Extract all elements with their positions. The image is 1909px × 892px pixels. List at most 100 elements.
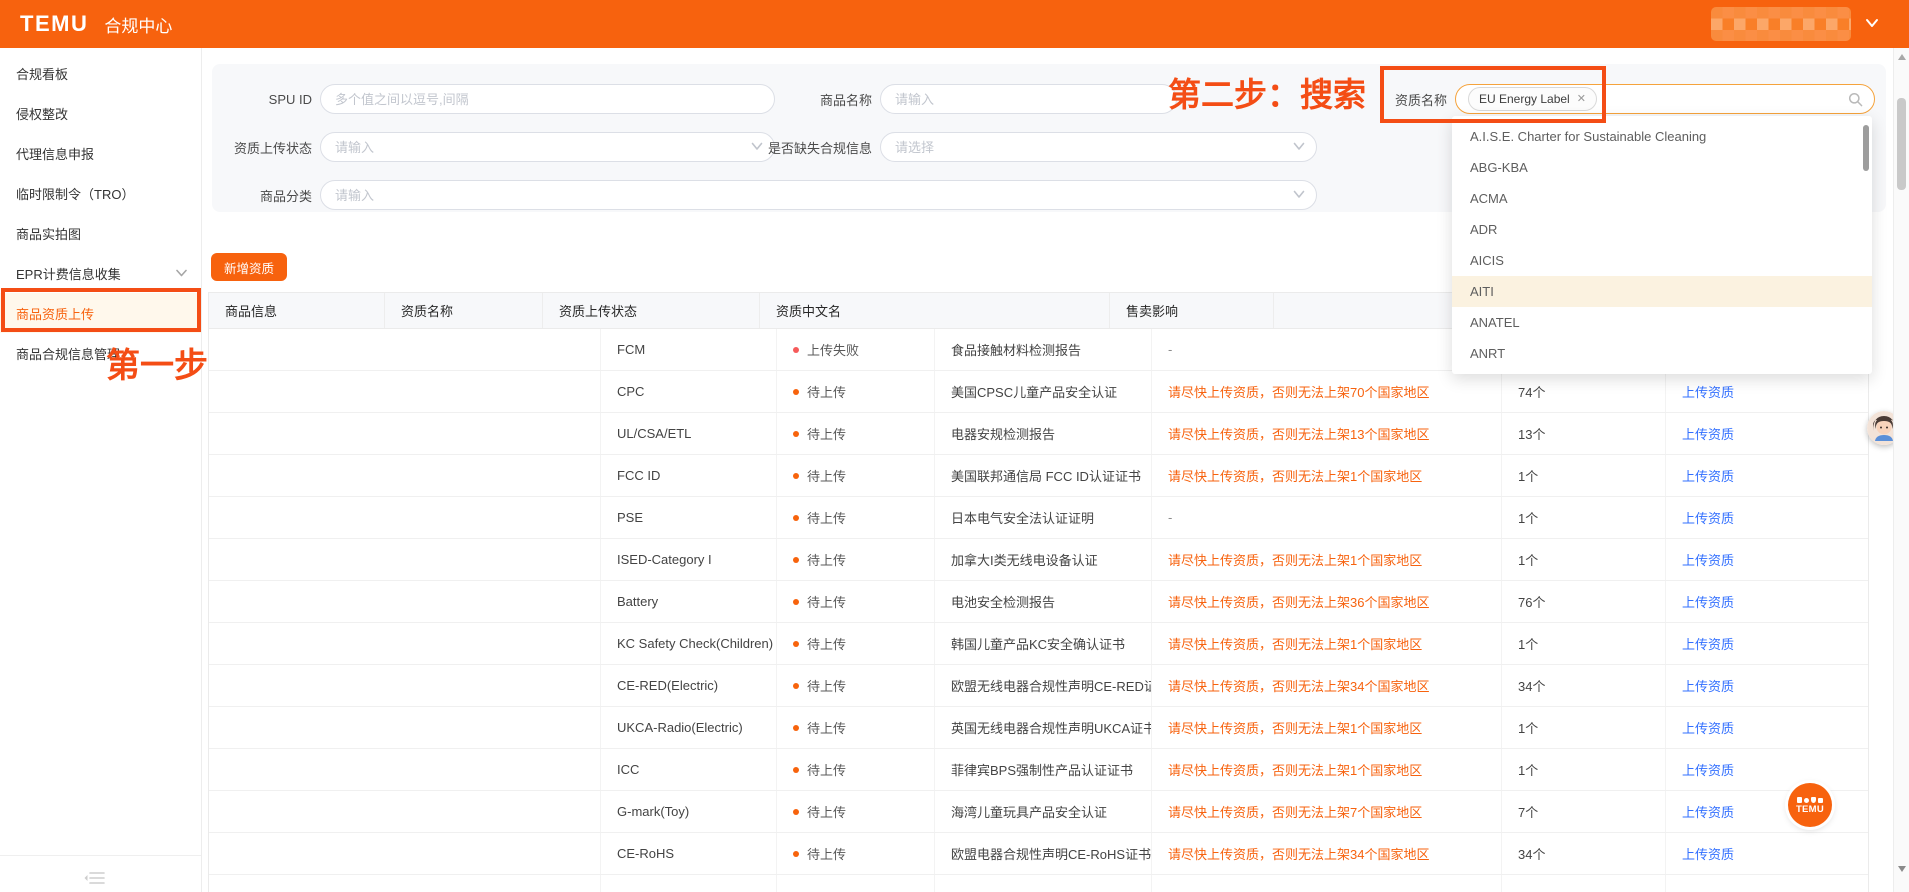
- spu-id-input[interactable]: [320, 84, 775, 114]
- filter-category: 商品分类: [212, 180, 1317, 210]
- cell-cert-cn-name: 电池安全检测报告: [935, 581, 1152, 622]
- cell-action: [1666, 875, 1868, 892]
- table-row: CE-RED(Electric) 待上传 欧盟无线电器合规性声明CE-RED证书…: [209, 665, 1868, 707]
- filter-cert-name: 资质名称 EU Energy Label ✕: [1343, 84, 1875, 114]
- category-select[interactable]: [320, 180, 1317, 210]
- product-name-input[interactable]: [880, 84, 1177, 114]
- filter-spu-id: SPU ID: [212, 84, 775, 114]
- search-icon[interactable]: [1848, 92, 1863, 107]
- category-input[interactable]: [320, 180, 1317, 210]
- page-scrollbar[interactable]: [1893, 48, 1909, 892]
- dropdown-option[interactable]: AITI: [1452, 276, 1872, 307]
- missing-info-label: 是否缺失合规信息: [768, 138, 872, 157]
- status-text: 待上传: [807, 802, 846, 821]
- cell-upload-status: 待上传: [777, 371, 935, 412]
- filter-upload-status: 资质上传状态: [212, 132, 775, 162]
- cell-product-info: [209, 539, 601, 580]
- upload-cert-link[interactable]: 上传资质: [1682, 844, 1734, 863]
- cell-product-info: [209, 749, 601, 790]
- dropdown-option[interactable]: ANATEL: [1452, 307, 1872, 338]
- cell-cert-name: FCM: [601, 329, 777, 370]
- cell-count: 34个: [1502, 833, 1666, 874]
- table-row: KC Safety Check(Children) 待上传 韩国儿童产品KC安全…: [209, 623, 1868, 665]
- temu-badge-label: TEMU: [1796, 804, 1824, 815]
- cell-cert-name: CE-RoHS: [601, 833, 777, 874]
- dropdown-option[interactable]: AICIS: [1452, 245, 1872, 276]
- cell-count: [1502, 875, 1666, 892]
- cell-cert-name: Battery: [601, 581, 777, 622]
- dropdown-option[interactable]: ADR: [1452, 214, 1872, 245]
- dropdown-scrollbar-thumb[interactable]: [1863, 125, 1869, 171]
- selected-cert-tag-label: EU Energy Label: [1479, 92, 1570, 106]
- sidebar-item[interactable]: 商品资质上传: [0, 293, 201, 333]
- sidebar-item[interactable]: 临时限制令（TRO）: [0, 173, 201, 213]
- dropdown-option[interactable]: ABG-KBA: [1452, 152, 1872, 183]
- upload-cert-link[interactable]: 上传资质: [1682, 424, 1734, 443]
- sidebar-item-label: 临时限制令（TRO）: [16, 184, 134, 203]
- sidebar-item[interactable]: EPR计费信息收集: [0, 253, 201, 293]
- status-dot-icon: [793, 809, 799, 815]
- cell-sale-impact: -: [1152, 329, 1502, 370]
- cell-action: 上传资质: [1666, 707, 1868, 748]
- cell-sale-impact: 请尽快上传资质，否则无法上架7个国家地区: [1152, 791, 1502, 832]
- scroll-up-icon[interactable]: [1897, 52, 1907, 62]
- temu-badge-float[interactable]: TEMU: [1788, 783, 1832, 827]
- cell-upload-status: 待上传: [777, 413, 935, 454]
- missing-info-input[interactable]: [880, 132, 1317, 162]
- cell-upload-status: 待上传: [777, 707, 935, 748]
- dropdown-option[interactable]: A.I.S.E. Charter for Sustainable Cleanin…: [1452, 121, 1872, 152]
- table-row: Battery 待上传 电池安全检测报告 请尽快上传资质，否则无法上架36个国家…: [209, 581, 1868, 623]
- status-text: 上传失败: [807, 340, 859, 359]
- cell-action: 上传资质: [1666, 791, 1868, 832]
- status-text: 待上传: [807, 466, 846, 485]
- cell-upload-status: 待上传: [777, 581, 935, 622]
- cell-product-info: [209, 329, 601, 370]
- cell-count: 1个: [1502, 455, 1666, 496]
- sidebar-item[interactable]: 商品实拍图: [0, 213, 201, 253]
- cell-action: 上传资质: [1666, 665, 1868, 706]
- cell-count: 74个: [1502, 371, 1666, 412]
- upload-cert-link[interactable]: 上传资质: [1682, 466, 1734, 485]
- cell-cert-name: PSE: [601, 497, 777, 538]
- upload-cert-link[interactable]: 上传资质: [1682, 508, 1734, 527]
- upload-cert-link[interactable]: 上传资质: [1682, 550, 1734, 569]
- upload-cert-link[interactable]: 上传资质: [1682, 760, 1734, 779]
- remove-tag-icon[interactable]: ✕: [1577, 94, 1586, 105]
- upload-cert-link[interactable]: 上传资质: [1682, 676, 1734, 695]
- cell-cert-name: UL/CSA/ETL: [601, 413, 777, 454]
- table-row-partial: [209, 875, 1868, 892]
- cell-sale-impact: 请尽快上传资质，否则无法上架36个国家地区: [1152, 581, 1502, 622]
- add-cert-button[interactable]: 新增资质: [211, 253, 287, 281]
- cell-upload-status: 待上传: [777, 665, 935, 706]
- cell-count: 13个: [1502, 413, 1666, 454]
- table-row: ICC 待上传 菲律宾BPS强制性产品认证证书 请尽快上传资质，否则无法上架1个…: [209, 749, 1868, 791]
- cell-product-info: [209, 833, 601, 874]
- sidebar: 合规看板 侵权整改 代理信息申报: [0, 48, 202, 892]
- dropdown-option[interactable]: ANRT: [1452, 338, 1872, 369]
- upload-cert-link[interactable]: 上传资质: [1682, 592, 1734, 611]
- upload-cert-link[interactable]: 上传资质: [1682, 382, 1734, 401]
- chevron-down-icon[interactable]: [1865, 18, 1879, 28]
- dropdown-option[interactable]: ACMA: [1452, 183, 1872, 214]
- upload-cert-link[interactable]: 上传资质: [1682, 718, 1734, 737]
- missing-info-select[interactable]: [880, 132, 1317, 162]
- cell-sale-impact: 请尽快上传资质，否则无法上架1个国家地区: [1152, 749, 1502, 790]
- sidebar-item[interactable]: 代理信息申报: [0, 133, 201, 173]
- sidebar-item[interactable]: 合规看板: [0, 53, 201, 93]
- upload-cert-link[interactable]: 上传资质: [1682, 802, 1734, 821]
- temu-badge-icons: [1797, 796, 1823, 803]
- scroll-down-icon[interactable]: [1897, 864, 1907, 874]
- user-account-blurred[interactable]: [1711, 7, 1851, 41]
- cell-product-info: [209, 791, 601, 832]
- sidebar-collapse-icon[interactable]: [84, 870, 106, 886]
- upload-status-select[interactable]: [320, 132, 775, 162]
- scrollbar-thumb[interactable]: [1897, 98, 1906, 190]
- page-title: 合规中心: [104, 12, 172, 37]
- status-dot-icon: [793, 389, 799, 395]
- table-header-cell: 资质上传状态: [543, 293, 760, 328]
- cert-name-multiselect[interactable]: EU Energy Label ✕: [1455, 84, 1875, 114]
- upload-cert-link[interactable]: 上传资质: [1682, 634, 1734, 653]
- sidebar-item[interactable]: 侵权整改: [0, 93, 201, 133]
- upload-status-input[interactable]: [320, 132, 775, 162]
- status-text: 待上传: [807, 760, 846, 779]
